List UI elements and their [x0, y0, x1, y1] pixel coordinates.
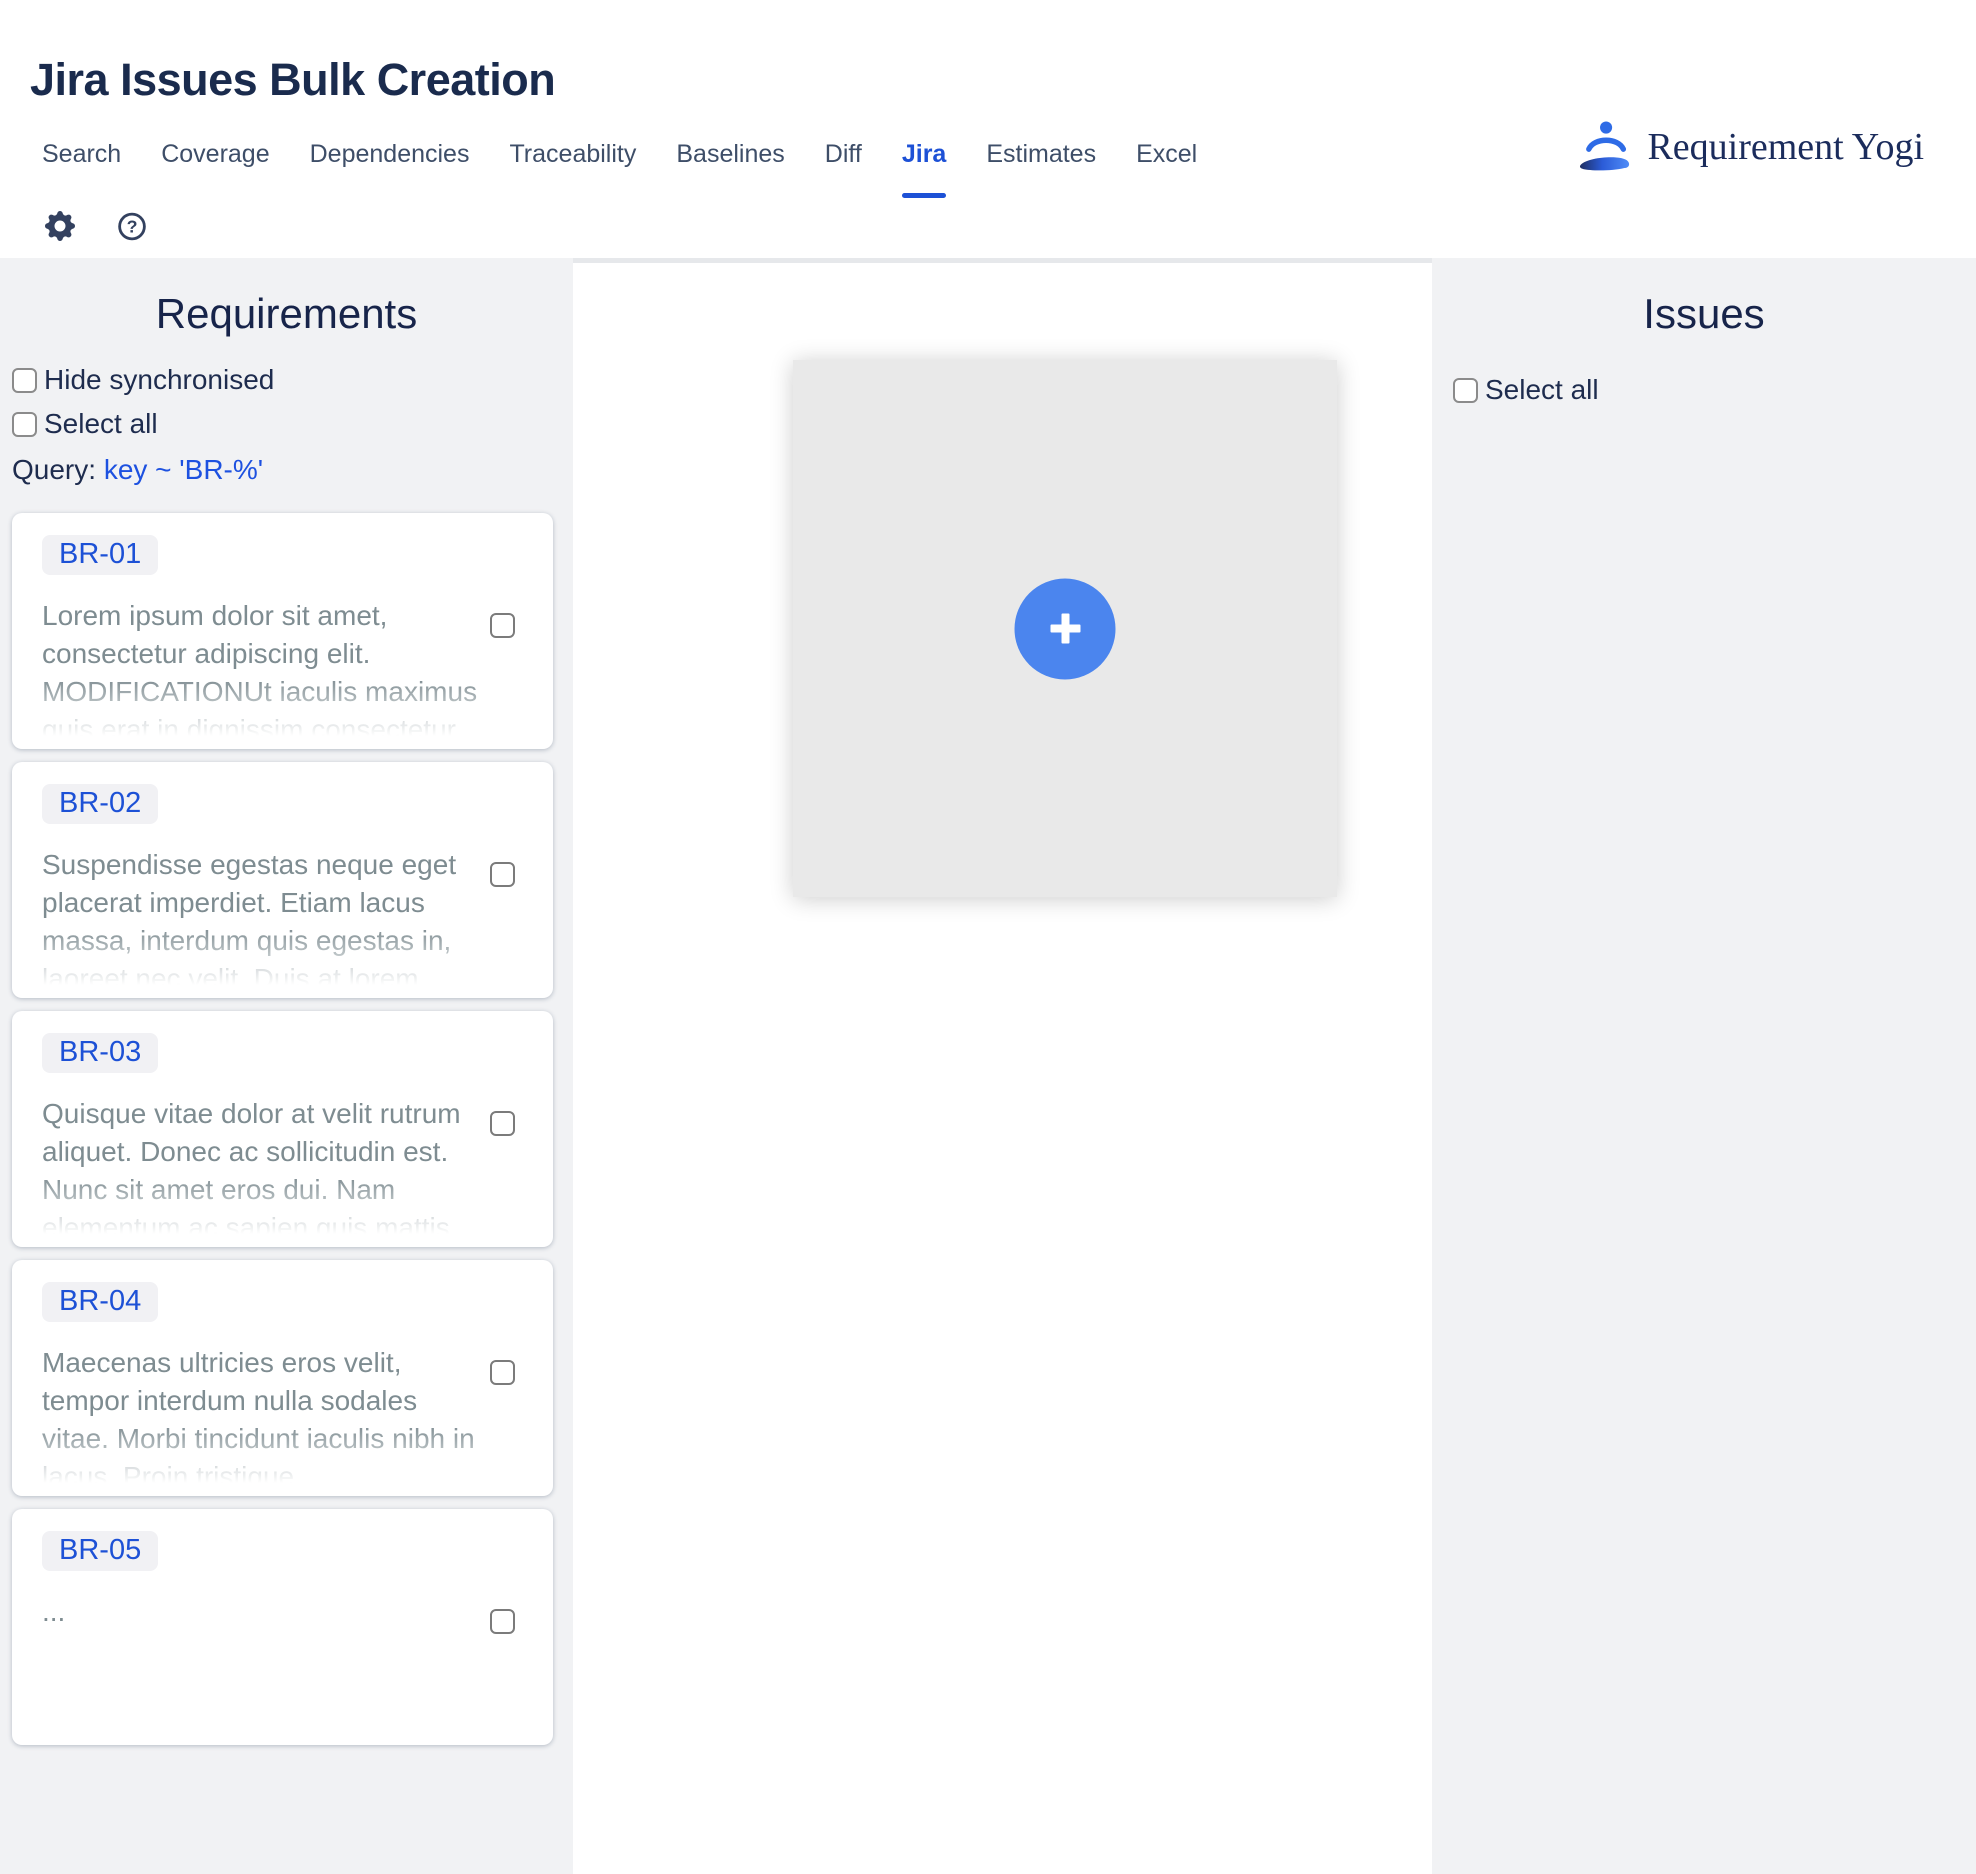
query-line: Query: key ~ 'BR-%' — [12, 454, 573, 486]
requirements-select-all-checkbox[interactable] — [12, 412, 37, 437]
add-issue-button[interactable] — [1015, 578, 1116, 679]
brand[interactable]: Requirement Yogi — [1579, 120, 1924, 174]
requirement-text: Lorem ipsum dolor sit amet, consectetur … — [42, 597, 484, 749]
yogi-icon — [1579, 120, 1631, 174]
question-circle-icon: ? — [117, 211, 147, 242]
requirement-text: ... — [42, 1593, 484, 1745]
requirements-select-all-label: Select all — [44, 408, 158, 440]
requirement-key-badge: BR-01 — [42, 535, 158, 575]
tab-baselines[interactable]: Baselines — [676, 138, 784, 170]
requirement-text-faded: laoreet nec velit. Duis at lorem. — [42, 963, 426, 994]
help-button[interactable]: ? — [117, 211, 147, 241]
issues-title: Issues — [1432, 258, 1976, 338]
settings-button[interactable] — [45, 211, 75, 241]
requirement-text: Maecenas ultricies eros velit, tempor in… — [42, 1344, 484, 1496]
requirement-card: BR-03 Quisque vitae dolor at velit rutru… — [12, 1011, 553, 1247]
requirement-text-visible: Maecenas ultricies eros velit, tempor in… — [42, 1347, 417, 1454]
requirement-text: Suspendisse egestas neque eget placerat … — [42, 846, 484, 998]
header-icons: ? — [45, 211, 147, 241]
tab-estimates[interactable]: Estimates — [986, 138, 1096, 170]
tab-excel[interactable]: Excel — [1136, 138, 1197, 170]
requirement-checkbox[interactable] — [490, 1360, 515, 1385]
hide-synchronised-checkbox[interactable] — [12, 368, 37, 393]
requirement-text-visible: Quisque vitae dolor at velit rutrum aliq… — [42, 1098, 461, 1205]
issues-select-all-checkbox[interactable] — [1453, 378, 1478, 403]
requirements-panel: Requirements Hide synchronised Select al… — [0, 258, 573, 1874]
requirement-checkbox[interactable] — [490, 862, 515, 887]
tab-search[interactable]: Search — [42, 138, 121, 170]
requirement-card-list: BR-01 Lorem ipsum dolor sit amet, consec… — [12, 513, 553, 1745]
query-label: Query: — [12, 454, 96, 485]
tab-traceability[interactable]: Traceability — [509, 138, 636, 170]
requirements-title: Requirements — [0, 258, 573, 338]
tab-jira[interactable]: Jira — [902, 138, 946, 170]
requirement-card: BR-04 Maecenas ultricies eros velit, tem… — [12, 1260, 553, 1496]
requirement-card: BR-01 Lorem ipsum dolor sit amet, consec… — [12, 513, 553, 749]
requirement-text: Quisque vitae dolor at velit rutrum aliq… — [42, 1095, 484, 1247]
svg-text:?: ? — [127, 217, 138, 237]
requirement-text-visible: Lorem ipsum dolor sit amet, consectetur … — [42, 600, 477, 707]
issues-panel: Issues Select all — [1432, 258, 1976, 1874]
requirement-checkbox[interactable] — [490, 1609, 515, 1634]
requirement-card: BR-05 ... — [12, 1509, 553, 1745]
query-link[interactable]: key ~ 'BR-%' — [104, 454, 263, 485]
requirement-text-faded: elementum ac sapien quis mattis. — [42, 1212, 458, 1243]
tab-coverage[interactable]: Coverage — [161, 138, 269, 170]
requirement-text-faded: quis erat in dignissim consectetur. — [42, 714, 462, 745]
requirement-card: BR-02 Suspendisse egestas neque eget pla… — [12, 762, 553, 998]
requirement-checkbox[interactable] — [490, 613, 515, 638]
main-nav: Search Coverage Dependencies Traceabilit… — [42, 138, 1197, 170]
requirement-key-badge: BR-05 — [42, 1531, 158, 1571]
requirement-key-badge: BR-03 — [42, 1033, 158, 1073]
hide-synchronised-label: Hide synchronised — [44, 364, 274, 396]
page-title: Jira Issues Bulk Creation — [30, 54, 555, 106]
requirement-key-badge: BR-04 — [42, 1282, 158, 1322]
gear-icon — [45, 211, 75, 241]
issue-drop-zone — [793, 360, 1337, 897]
requirement-checkbox[interactable] — [490, 1111, 515, 1136]
issues-select-all-label: Select all — [1485, 374, 1599, 406]
requirement-text-visible: ... — [42, 1596, 65, 1627]
brand-name: Requirement Yogi — [1647, 125, 1924, 169]
tab-dependencies[interactable]: Dependencies — [310, 138, 470, 170]
requirement-key-badge: BR-02 — [42, 784, 158, 824]
requirement-text-visible: Suspendisse egestas neque eget placerat … — [42, 849, 456, 956]
tab-diff[interactable]: Diff — [825, 138, 862, 170]
canvas-column — [573, 258, 1432, 1874]
